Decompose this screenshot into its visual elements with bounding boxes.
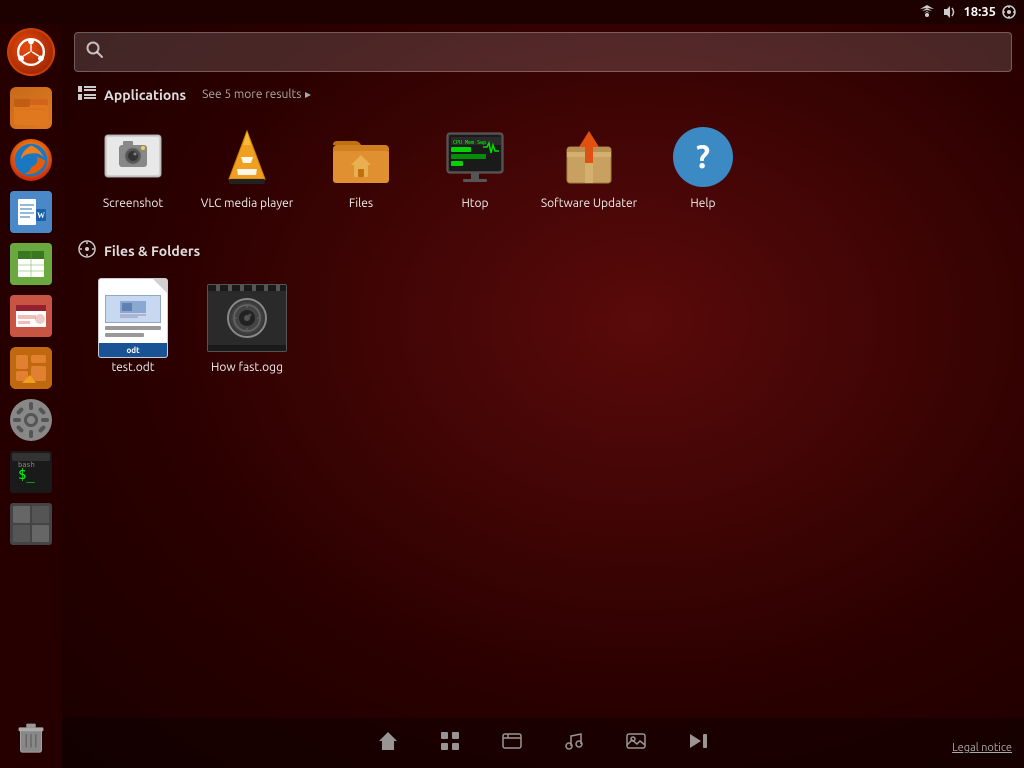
ubuntu-button[interactable] [7,28,55,76]
bottom-files-icon[interactable] [501,730,523,756]
search-bar [74,32,1012,72]
bottom-apps-icon[interactable] [439,730,461,756]
app-item-files[interactable]: Files [306,117,416,218]
sidebar-item-terminal[interactable]: $_ bash [7,448,55,496]
volume-icon[interactable] [941,5,957,19]
app-item-vlc[interactable]: VLC media player [192,117,302,218]
bottom-video-icon[interactable] [687,730,709,756]
network-icon[interactable] [919,5,935,19]
files-folders-icon [78,240,96,261]
app-label-screenshot: Screenshot [103,197,163,210]
search-input[interactable] [74,32,1012,72]
app-label-vlc: VLC media player [201,197,294,210]
legal-notice[interactable]: Legal notice [952,742,1012,754]
file-grid: odt test.odt [62,267,1024,398]
system-icon[interactable] [1002,5,1016,19]
main-content: Applications See 5 more results [62,24,1024,768]
see-more-button[interactable]: See 5 more results [202,88,313,101]
file-label-test-odt: test.odt [111,361,154,374]
file-item-test-odt[interactable]: odt test.odt [78,275,188,382]
app-label-software-updater: Software Updater [541,197,637,210]
app-label-files: Files [349,197,373,210]
applications-title: Applications [104,87,186,103]
sidebar-item-files-manager[interactable] [7,84,55,132]
sidebar: W [0,24,62,768]
applications-icon [78,86,96,103]
sidebar-item-firefox[interactable] [7,136,55,184]
app-label-htop: Htop [461,197,488,210]
app-item-software-updater[interactable]: Software Updater [534,117,644,218]
svg-text:CPU Mem Swp: CPU Mem Swp [453,140,486,146]
clock[interactable]: 18:35 [963,5,996,19]
files-folders-title: Files & Folders [104,243,200,259]
sidebar-item-calc[interactable] [7,240,55,288]
sidebar-item-settings[interactable] [7,396,55,444]
sidebar-item-manager[interactable] [7,344,55,392]
svg-text:W: W [37,211,45,220]
file-label-how-fast-ogg: How fast.ogg [211,361,283,374]
files-folders-section-header: Files & Folders [62,234,1024,267]
top-bar: 18:35 [0,0,1024,24]
svg-text:$_: $_ [18,467,35,483]
bottom-photos-icon[interactable] [625,730,647,756]
sidebar-item-workspace[interactable] [7,500,55,548]
svg-text:bash: bash [18,461,35,469]
bottom-bar: Legal notice [62,718,1024,768]
bottom-music-icon[interactable] [563,730,585,756]
app-item-help[interactable]: ? Help [648,117,758,218]
sidebar-trash[interactable] [7,712,55,760]
bottom-home-icon[interactable] [377,730,399,756]
app-item-htop[interactable]: CPU Mem Swp Htop [420,117,530,218]
app-label-help: Help [690,197,715,210]
app-grid: Screenshot VLC media player [62,109,1024,234]
sidebar-item-impress[interactable] [7,292,55,340]
search-icon [86,41,104,63]
sidebar-item-writer[interactable]: W [7,188,55,236]
app-item-screenshot[interactable]: Screenshot [78,117,188,218]
file-item-how-fast-ogg[interactable]: How fast.ogg [192,275,302,382]
applications-section-header: Applications See 5 more results [62,80,1024,109]
